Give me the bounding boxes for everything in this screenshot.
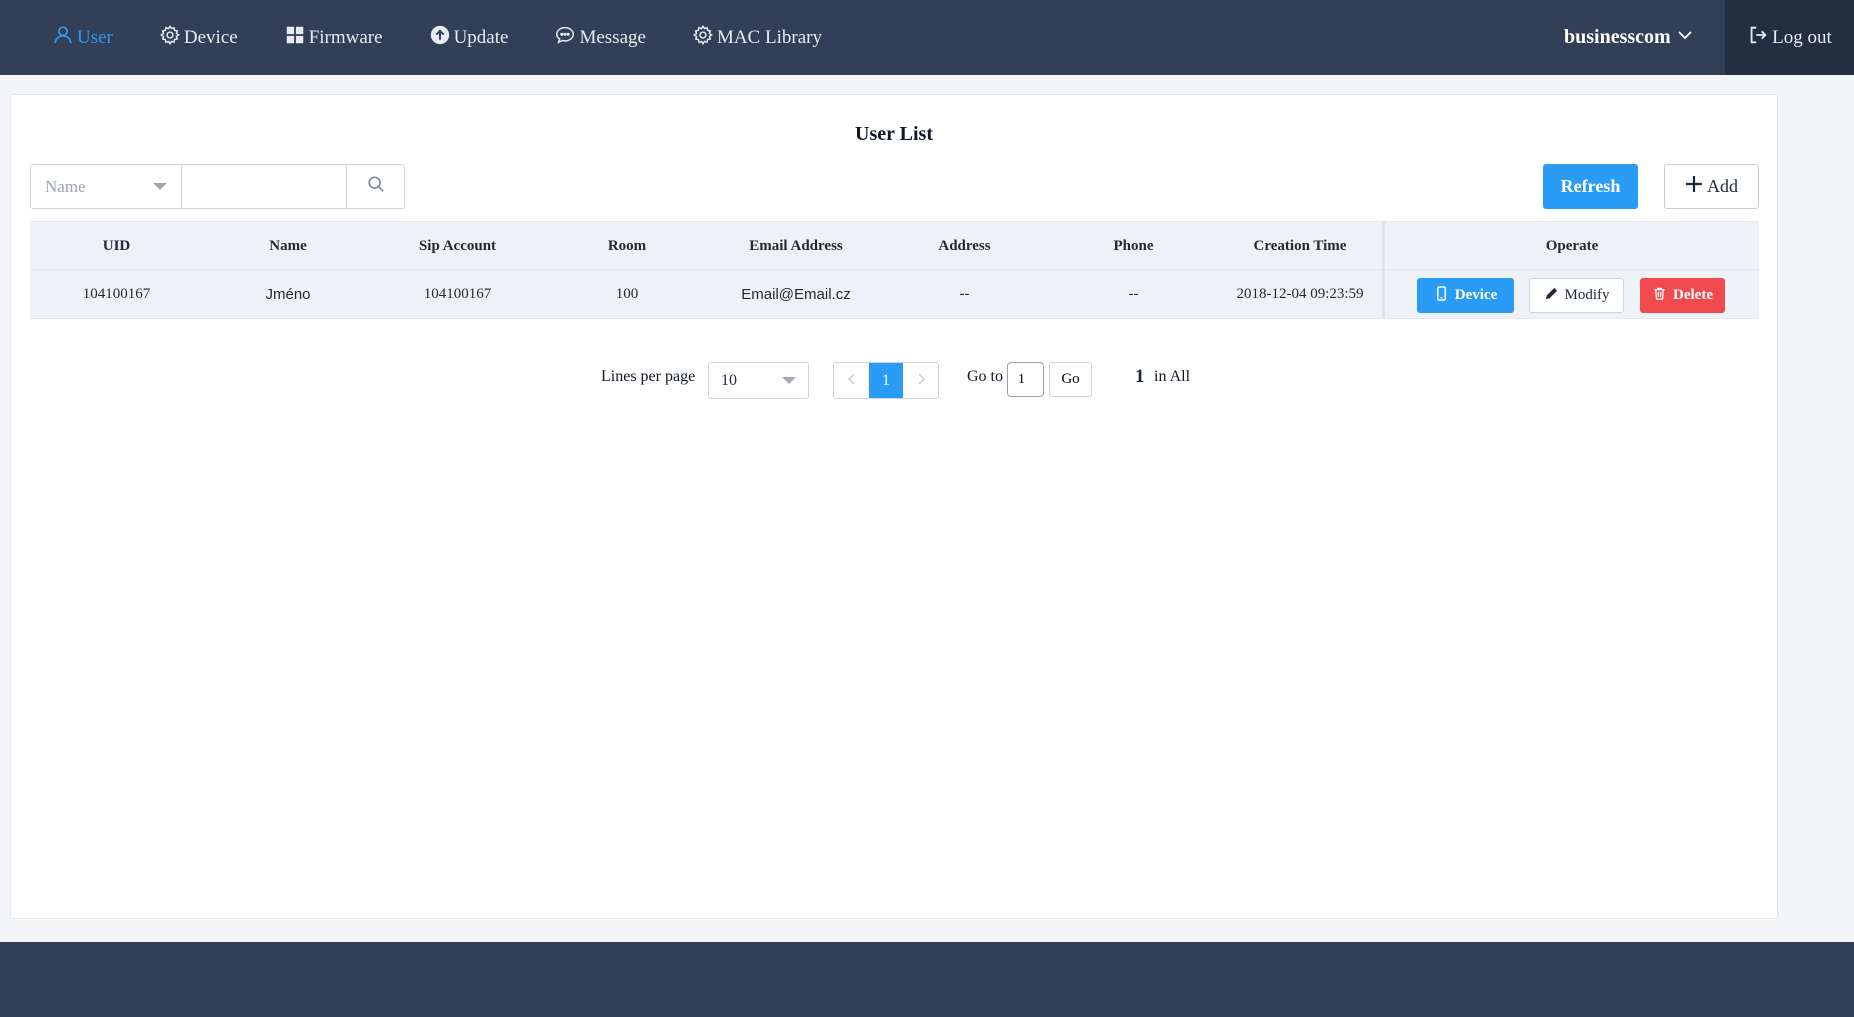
total-suffix: in All <box>1154 368 1191 385</box>
lines-per-page-value: 10 <box>721 371 737 389</box>
table-row[interactable]: 104100167 Jméno 104100167 100 Email@Emai… <box>30 270 1759 319</box>
goto-page-input[interactable] <box>1007 362 1044 397</box>
nav-firmware[interactable]: Firmware <box>284 24 383 52</box>
logout-icon <box>1747 24 1769 52</box>
nav-mac-library-label: MAC Library <box>716 26 822 48</box>
grid-icon <box>284 24 306 52</box>
main-nav: User Device Firmware Update Message MAC … <box>52 0 868 75</box>
add-label: Add <box>1707 176 1738 196</box>
nav-message[interactable]: Message <box>554 24 646 52</box>
page-number-current[interactable]: 1 <box>869 363 903 398</box>
caret-down-icon <box>782 377 796 384</box>
logout-label: Log out <box>1772 26 1832 48</box>
footer-bar <box>0 942 1854 1017</box>
device-button-label: Device <box>1454 287 1498 303</box>
search-icon <box>367 175 385 198</box>
column-header-operate-cell: Operate <box>1382 222 1759 271</box>
cell-room: 100 <box>615 286 639 302</box>
column-header-phone[interactable]: Phone <box>1049 222 1218 271</box>
nav-update[interactable]: Update <box>429 24 509 52</box>
search-field-select[interactable]: Name <box>31 165 182 208</box>
modify-button[interactable]: Modify <box>1529 278 1624 313</box>
cell-email: Email@Email.cz <box>741 286 851 303</box>
column-header-email[interactable]: Email Address <box>712 222 880 271</box>
page-title: User List <box>855 123 933 145</box>
gear-icon <box>692 24 714 52</box>
user-table: UID Name Sip Account Room Email Address … <box>30 221 1759 319</box>
column-header-operate: Operate <box>1545 238 1599 254</box>
pencil-icon <box>1544 286 1559 306</box>
account-menu[interactable]: businesscom <box>1564 0 1693 75</box>
page-navigator: 1 <box>833 362 939 399</box>
cell-operate: Device Modify Delete <box>1382 270 1759 319</box>
nav-mac-library[interactable]: MAC Library <box>692 24 822 52</box>
user-list-card: User List Name Refresh Add UID Name Sip … <box>10 94 1778 919</box>
nav-user-label: User <box>77 26 113 48</box>
nav-update-label: Update <box>453 26 509 48</box>
pagination: Lines per page 10 1 Go to Go 1 in All <box>11 360 1777 400</box>
chevron-left-icon <box>846 372 858 390</box>
caret-down-icon <box>153 183 167 190</box>
cell-sip-account: 104100167 <box>423 286 492 302</box>
nav-device-label: Device <box>183 26 238 48</box>
trash-icon <box>1652 286 1667 306</box>
chevron-right-icon <box>915 372 927 390</box>
gear-icon <box>159 24 181 52</box>
cell-creation-time: 2018-12-04 09:23:59 <box>1236 286 1364 302</box>
column-header-address[interactable]: Address <box>880 222 1049 271</box>
chat-icon <box>554 24 576 52</box>
user-icon <box>52 24 74 52</box>
table-header: UID Name Sip Account Room Email Address … <box>30 221 1759 271</box>
modify-button-label: Modify <box>1564 287 1610 303</box>
add-button[interactable]: Add <box>1664 164 1759 209</box>
chevron-down-icon <box>1677 26 1693 49</box>
upload-icon <box>429 24 451 52</box>
cell-phone: -- <box>1128 286 1139 302</box>
top-nav-bar: User Device Firmware Update Message MAC … <box>0 0 1854 75</box>
plus-icon <box>1685 175 1703 198</box>
nav-device[interactable]: Device <box>159 24 238 52</box>
column-header-room[interactable]: Room <box>542 222 712 271</box>
next-page-button[interactable] <box>903 363 938 398</box>
delete-button[interactable]: Delete <box>1640 278 1725 313</box>
phone-icon <box>1434 285 1449 306</box>
column-header-uid[interactable]: UID <box>30 222 203 271</box>
cell-uid: 104100167 <box>82 286 151 302</box>
column-header-sip-account[interactable]: Sip Account <box>373 222 542 271</box>
go-button[interactable]: Go <box>1049 362 1092 397</box>
nav-user[interactable]: User <box>52 24 113 52</box>
logout-button[interactable]: Log out <box>1725 0 1854 75</box>
nav-firmware-label: Firmware <box>308 26 383 48</box>
delete-button-label: Delete <box>1673 287 1713 303</box>
cell-name: Jméno <box>265 286 311 303</box>
prev-page-button[interactable] <box>834 363 869 398</box>
column-header-name[interactable]: Name <box>203 222 373 271</box>
column-header-creation-time[interactable]: Creation Time <box>1218 222 1382 271</box>
account-name: businesscom <box>1564 26 1671 48</box>
goto-label: Go to <box>967 368 1003 385</box>
nav-message-label: Message <box>579 26 646 48</box>
search-field-value: Name <box>45 176 86 196</box>
lines-per-page-label: Lines per page <box>601 368 696 385</box>
search-input[interactable] <box>182 165 347 208</box>
refresh-button[interactable]: Refresh <box>1543 164 1638 209</box>
search-bar: Name <box>30 164 405 209</box>
total-count: 1 <box>1135 366 1145 387</box>
lines-per-page-select[interactable]: 10 <box>708 362 809 399</box>
cell-address: -- <box>959 286 970 302</box>
device-button[interactable]: Device <box>1417 278 1514 313</box>
search-button[interactable] <box>347 165 404 208</box>
